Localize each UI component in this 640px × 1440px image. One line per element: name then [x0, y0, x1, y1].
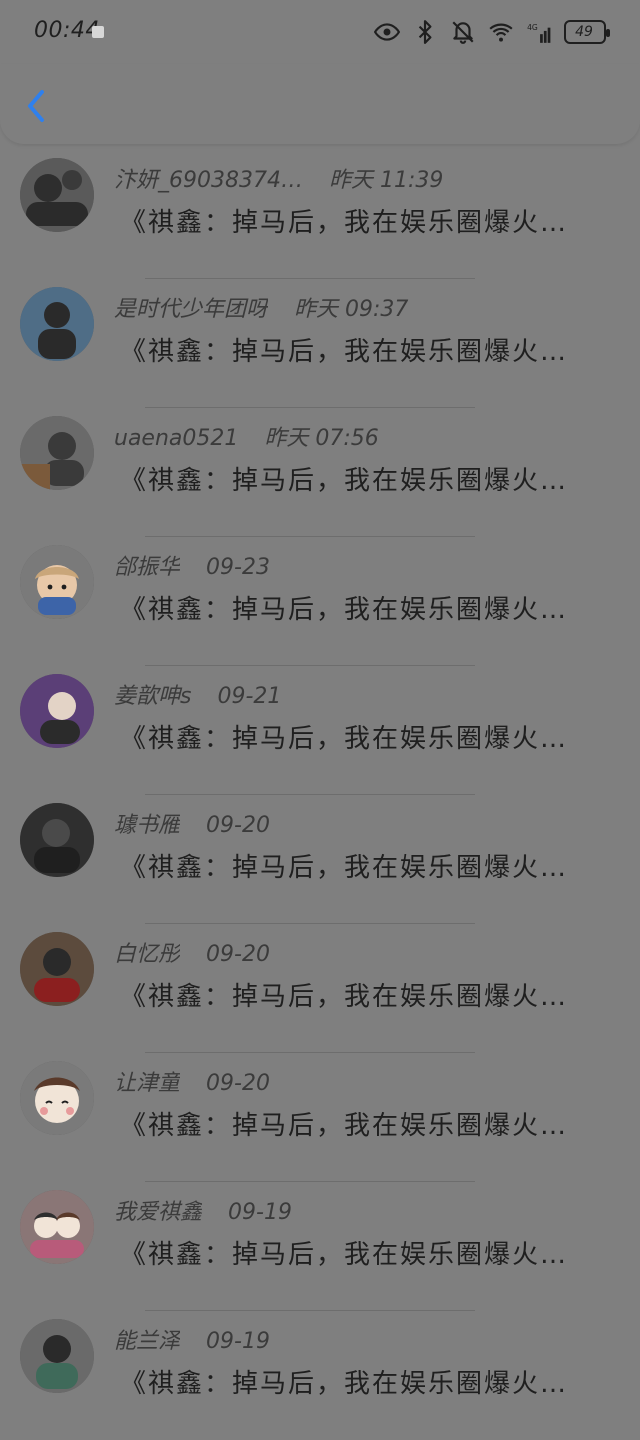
- battery-level: 49: [575, 24, 593, 40]
- username[interactable]: 姜歆呻s: [114, 678, 191, 710]
- avatar-photo-icon: [20, 416, 94, 490]
- list-item[interactable]: 姜歆呻s 09-21 《祺鑫：掉马后，我在娱乐圈爆火…: [0, 666, 640, 795]
- comment-meta: 璩书雁 09-20: [114, 807, 270, 839]
- comment-time: 09-19: [206, 1329, 270, 1354]
- comment-time: 09-20: [206, 1071, 270, 1096]
- list-item[interactable]: 郃振华 09-23 《祺鑫：掉马后，我在娱乐圈爆火…: [0, 537, 640, 666]
- svg-text:4G: 4G: [527, 23, 538, 32]
- status-icons: 4G 49: [374, 18, 610, 46]
- battery-indicator: 49: [564, 20, 610, 44]
- list-item[interactable]: 是时代少年团呀 昨天 09:37 《祺鑫：掉马后，我在娱乐圈爆火…: [0, 279, 640, 408]
- status-time: 00:44: [34, 18, 100, 43]
- top-bar: [0, 64, 640, 144]
- avatar-photo-icon: [20, 158, 94, 232]
- list-item[interactable]: 汴妍_69038374… 昨天 11:39 《祺鑫：掉马后，我在娱乐圈爆火…: [0, 150, 640, 279]
- notification-badge-icon: [92, 26, 104, 38]
- back-button[interactable]: [16, 86, 56, 126]
- comment-text[interactable]: 《祺鑫：掉马后，我在娱乐圈爆火…: [120, 1105, 615, 1142]
- chevron-left-icon: [28, 90, 44, 122]
- status-bar: 00:44 4G 49: [0, 0, 640, 64]
- username[interactable]: 白忆彤: [114, 936, 180, 968]
- comment-time: 昨天 11:39: [328, 168, 444, 193]
- comment-meta: 让津童 09-20: [114, 1065, 270, 1097]
- username[interactable]: 郃振华: [114, 549, 180, 581]
- comment-text[interactable]: 《祺鑫：掉马后，我在娱乐圈爆火…: [120, 460, 615, 497]
- avatar[interactable]: [20, 158, 94, 232]
- comment-time: 09-23: [206, 555, 270, 580]
- username[interactable]: 让津童: [114, 1065, 180, 1097]
- comment-text[interactable]: 《祺鑫：掉马后，我在娱乐圈爆火…: [120, 718, 615, 755]
- list-item[interactable]: 白忆彤 09-20 《祺鑫：掉马后，我在娱乐圈爆火…: [0, 924, 640, 1053]
- comment-meta: 是时代少年团呀 昨天 09:37: [114, 291, 408, 323]
- comment-meta: 我爱祺鑫 09-19: [114, 1194, 292, 1226]
- username[interactable]: 汴妍_69038374…: [114, 162, 303, 194]
- comment-text[interactable]: 《祺鑫：掉马后，我在娱乐圈爆火…: [120, 1234, 615, 1271]
- comment-time: 09-20: [206, 942, 270, 967]
- avatar[interactable]: [20, 803, 94, 877]
- avatar-photo-icon: [20, 932, 94, 1006]
- list-item[interactable]: 璩书雁 09-20 《祺鑫：掉马后，我在娱乐圈爆火…: [0, 795, 640, 924]
- list-item[interactable]: 让津童 09-20 《祺鑫：掉马后，我在娱乐圈爆火…: [0, 1053, 640, 1182]
- avatar-cartoon-icon: [20, 545, 94, 619]
- list-item[interactable]: 能兰泽 09-19 《祺鑫：掉马后，我在娱乐圈爆火…: [0, 1311, 640, 1440]
- wifi-icon: [489, 23, 513, 42]
- comment-time: 09-20: [206, 813, 270, 838]
- 4g-signal-icon: 4G: [527, 23, 551, 43]
- avatar[interactable]: [20, 674, 94, 748]
- avatar[interactable]: [20, 1190, 94, 1264]
- bluetooth-icon: [418, 20, 432, 44]
- username[interactable]: uaena0521: [114, 426, 238, 451]
- username[interactable]: 能兰泽: [114, 1323, 180, 1355]
- comment-time: 昨天 07:56: [264, 426, 379, 451]
- avatar-cartoon-icon: [20, 1190, 94, 1264]
- comment-time: 09-19: [228, 1200, 292, 1225]
- avatar-photo-icon: [20, 1319, 94, 1393]
- comment-text[interactable]: 《祺鑫：掉马后，我在娱乐圈爆火…: [120, 1363, 615, 1400]
- comment-text[interactable]: 《祺鑫：掉马后，我在娱乐圈爆火…: [120, 589, 615, 626]
- list-item[interactable]: uaena0521 昨天 07:56 《祺鑫：掉马后，我在娱乐圈爆火…: [0, 408, 640, 537]
- eye-icon: [374, 23, 400, 41]
- comment-meta: 汴妍_69038374… 昨天 11:39: [114, 162, 443, 194]
- comment-time: 昨天 09:37: [294, 297, 409, 322]
- avatar-photo-icon: [20, 287, 94, 361]
- username[interactable]: 我爱祺鑫: [114, 1194, 202, 1226]
- avatar[interactable]: [20, 287, 94, 361]
- avatar[interactable]: [20, 932, 94, 1006]
- comment-text[interactable]: 《祺鑫：掉马后，我在娱乐圈爆火…: [120, 331, 615, 368]
- comment-meta: 郃振华 09-23: [114, 549, 270, 581]
- comment-meta: 姜歆呻s 09-21: [114, 678, 281, 710]
- comment-meta: 白忆彤 09-20: [114, 936, 270, 968]
- comment-text[interactable]: 《祺鑫：掉马后，我在娱乐圈爆火…: [120, 847, 615, 884]
- mute-bell-icon: [452, 21, 474, 44]
- comment-text[interactable]: 《祺鑫：掉马后，我在娱乐圈爆火…: [120, 202, 615, 239]
- comment-list: 汴妍_69038374… 昨天 11:39 《祺鑫：掉马后，我在娱乐圈爆火… 是…: [0, 150, 640, 1440]
- avatar[interactable]: [20, 1319, 94, 1393]
- comment-meta: 能兰泽 09-19: [114, 1323, 270, 1355]
- username[interactable]: 璩书雁: [114, 807, 180, 839]
- comment-meta: uaena0521 昨天 07:56: [114, 420, 379, 452]
- username[interactable]: 是时代少年团呀: [114, 291, 268, 323]
- avatar-cartoon-icon: [20, 1061, 94, 1135]
- comment-time: 09-21: [217, 684, 282, 709]
- avatar-photo-icon: [20, 674, 94, 748]
- comment-text[interactable]: 《祺鑫：掉马后，我在娱乐圈爆火…: [120, 976, 615, 1013]
- avatar[interactable]: [20, 1061, 94, 1135]
- avatar-photo-icon: [20, 803, 94, 877]
- list-item[interactable]: 我爱祺鑫 09-19 《祺鑫：掉马后，我在娱乐圈爆火…: [0, 1182, 640, 1311]
- avatar[interactable]: [20, 545, 94, 619]
- avatar[interactable]: [20, 416, 94, 490]
